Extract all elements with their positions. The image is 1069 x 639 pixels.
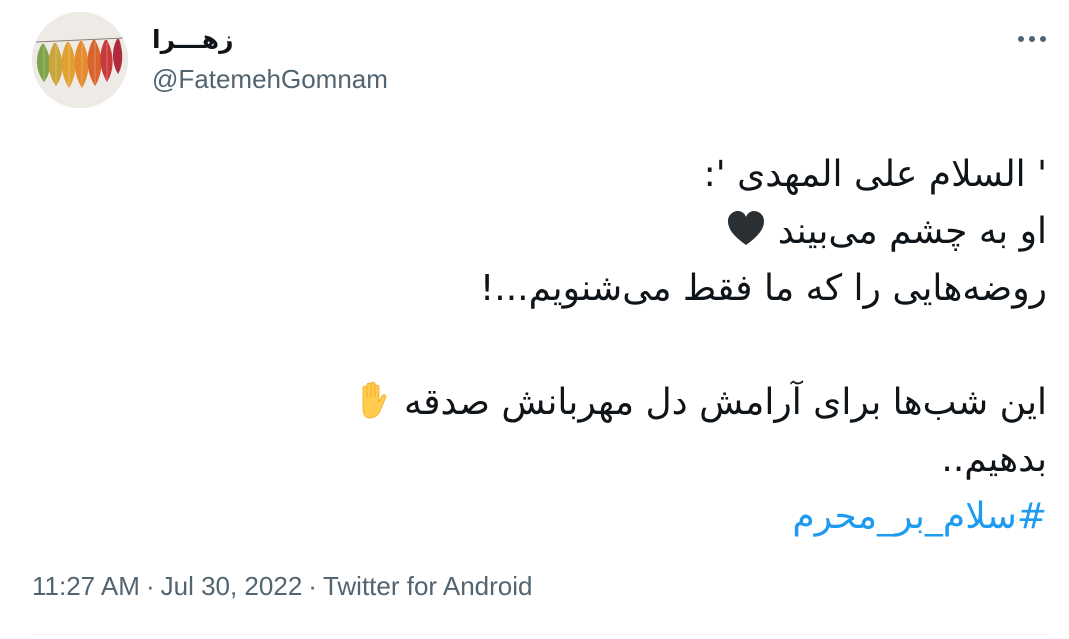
tweet-line-4: این شب‌ها برای آرامش دل مهربانش صدقه [147,374,1047,431]
tweet-line-2-text: او به چشم می‌بیند [777,211,1047,252]
user-handle[interactable]: @FatemehGomnam [152,62,388,96]
avatar[interactable] [32,12,128,108]
tweet-text: ' السلام علی المهدی ': او به چشم می‌بیند… [147,146,1047,545]
tweet-time[interactable]: 11:27 AM [32,571,140,601]
more-horizontal-icon [1018,36,1046,42]
tweet-line-4-text: این شب‌ها برای آرامش دل مهربانش صدقه [404,382,1047,423]
black-heart-icon [728,211,765,245]
divider [32,634,1047,635]
tweet-line-1: ' السلام علی المهدی ': [703,154,1047,195]
meta-separator: · [145,571,155,601]
tweet-card: زهـــرا @FatemehGomnam ' السلام علی المه… [0,0,1069,639]
tweet-line-3: روضه‌هایی را که ما فقط می‌شنویم...! [479,268,1047,309]
tweet-meta: 11:27 AM · Jul 30, 2022 · Twitter for Androi… [32,568,533,604]
tweet-hashtag-line: #سلام_بر_محرم [147,488,1047,545]
display-name[interactable]: زهـــرا [152,22,233,58]
tweet-source[interactable]: Twitter for Android [323,571,533,601]
tweet-date[interactable]: Jul 30, 2022 [161,571,303,601]
meta-separator: · [308,571,317,601]
more-options-button[interactable] [1015,22,1049,56]
autumn-leaves-avatar-image [32,12,128,108]
tweet-line-5: بدهیم.. [941,439,1047,480]
hashtag-link[interactable]: #سلام_بر_محرم [792,496,1047,537]
raised-hand-icon [362,381,386,419]
tweet-line-2: او به چشم می‌بیند [147,203,1047,260]
